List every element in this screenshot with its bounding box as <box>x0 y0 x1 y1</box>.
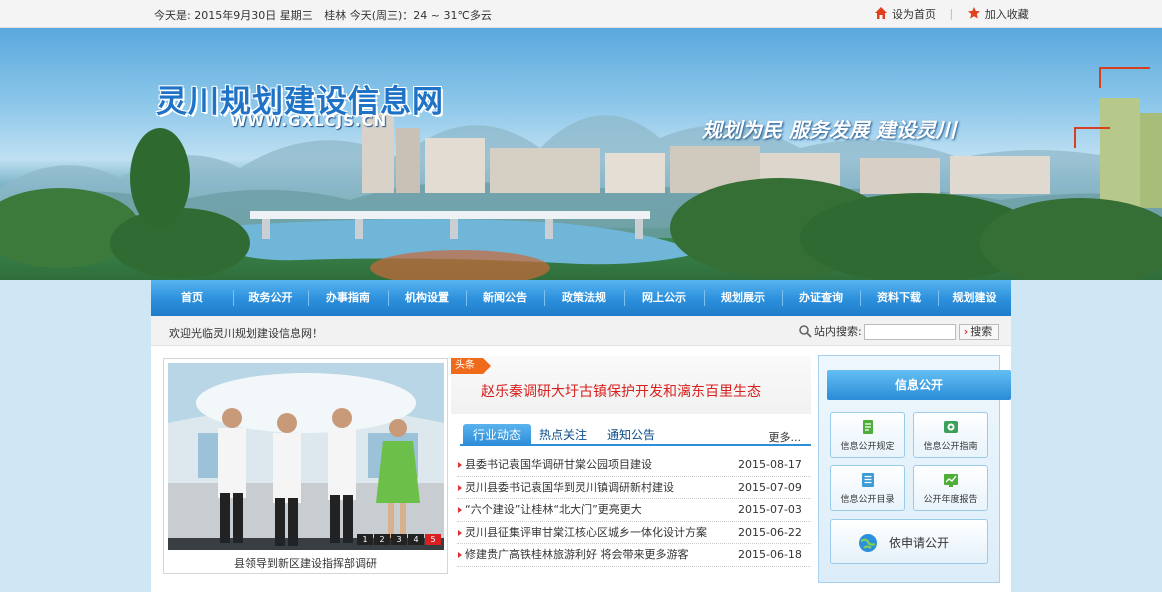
landscape-illustration <box>0 67 1162 280</box>
nav-item-government-affairs[interactable]: 政务公开 <box>233 280 308 316</box>
nav-item-downloads[interactable]: 资料下载 <box>860 280 938 316</box>
news-item: 县委书记袁国华调研甘棠公园项目建设 2015-08-17 <box>457 454 811 477</box>
news-date: 2015-07-03 <box>738 503 802 516</box>
news-item: 修建贵广高铁桂林旅游利好 将会带来更多游客 2015-06-18 <box>457 544 811 567</box>
news-title-link[interactable]: 修建贵广高铁桂林旅游利好 将会带来更多游客 <box>465 544 689 566</box>
star-icon <box>967 7 980 19</box>
info-disclosure-panel: 信息公开 信息公开规定 信息公开指南 信息公开目录 公开年度报告 依申请公开 <box>818 355 1011 583</box>
bullet-icon <box>458 552 462 558</box>
current-date: 今天是: 2015年9月30日 星期三 <box>154 9 313 22</box>
site-url: WWW.GXLCJS.CN <box>230 112 388 130</box>
arrow-right-icon: › <box>963 325 969 338</box>
bullet-icon <box>458 484 462 491</box>
welcome-bar: 欢迎光临灵川规划建设信息网！ 站内搜索: › 搜索 <box>151 316 1011 346</box>
tab-industry-news[interactable]: 行业动态 <box>463 424 532 446</box>
header-banner: 灵川规划建设信息网 WWW.GXLCJS.CN 规划为民 服务发展 建设灵川 <box>0 28 1162 280</box>
headline-area: 头条 赵乐秦调研大圩古镇保护开发和漓东百里生态 <box>451 356 811 414</box>
slide-page-3[interactable]: 3 <box>391 534 407 545</box>
slideshow-caption[interactable]: 县领导到新区建设指挥部调研 <box>164 555 447 571</box>
search-button-label: 搜索 <box>970 325 993 338</box>
home-icon <box>875 7 887 19</box>
slideshow-image[interactable] <box>168 363 444 550</box>
nav-item-public-notice[interactable]: 网上公示 <box>624 280 704 316</box>
slideshow-pager: 12345 <box>356 534 441 545</box>
nav-item-organization[interactable]: 机构设置 <box>388 280 466 316</box>
list-icon <box>861 473 874 487</box>
add-favorite-link[interactable]: 加入收藏 <box>967 6 1029 22</box>
search-input[interactable] <box>863 324 956 340</box>
tab-notices[interactable]: 通知公告 <box>607 424 655 446</box>
info-rules-label: 信息公开规定 <box>840 442 895 452</box>
apply-disclosure-button[interactable]: 依申请公开 <box>830 519 988 564</box>
headline-tag: 头条 <box>451 358 491 374</box>
headline-link[interactable]: 赵乐秦调研大圩古镇保护开发和漓东百里生态 <box>481 381 761 401</box>
search-label: 站内搜索: <box>814 325 862 338</box>
main-nav: 首页 政务公开 办事指南 机构设置 新闻公告 政策法规 网上公示 规划展示 办证查询 资料下载 规划… <box>151 280 1011 316</box>
bullet-icon <box>458 529 462 536</box>
news-title-link[interactable]: 县委书记袁国华调研甘棠公园项目建设 <box>465 454 652 476</box>
news-date: 2015-06-22 <box>738 525 802 539</box>
info-guide-label: 信息公开指南 <box>923 442 978 452</box>
news-list: 县委书记袁国华调研甘棠公园项目建设 2015-08-17 灵川县委书记袁国华到灵川镇… <box>457 454 811 567</box>
nav-item-planning-construction[interactable]: 规划建设 <box>938 280 1011 316</box>
date-weather: 今天是: 2015年9月30日 星期三 桂林 今天(周三)：24 ~ 31℃多云 <box>154 7 500 23</box>
search-button[interactable]: › 搜索 <box>958 324 1000 340</box>
divider: | <box>949 7 954 20</box>
news-item: “六个建设”让桂林“北大门”更亮更大 2015-07-03 <box>457 499 811 522</box>
tab-hot-topics[interactable]: 热点关注 <box>539 424 587 446</box>
top-links: 设为首页 | 加入收藏 <box>874 6 1029 22</box>
news-date: 2015-06-18 <box>738 548 802 561</box>
news-date: 2015-07-09 <box>738 480 802 494</box>
news-date: 2015-08-17 <box>738 458 802 471</box>
more-link[interactable]: 更多... <box>769 429 802 445</box>
top-bar: 今天是: 2015年9月30日 星期三 桂林 今天(周三)：24 ~ 31℃多云… <box>0 0 1162 28</box>
nav-item-news[interactable]: 新闻公告 <box>466 280 544 316</box>
apply-disclosure-label: 依申请公开 <box>889 536 950 550</box>
photo-slideshow: 12345 县领导到新区建设指挥部调研 <box>163 358 448 574</box>
info-catalog-button[interactable]: 信息公开目录 <box>830 465 905 511</box>
info-annual-report-button[interactable]: 公开年度报告 <box>913 465 988 511</box>
globe-icon <box>859 534 877 552</box>
welcome-message: 欢迎光临灵川规划建设信息网！ <box>169 327 323 340</box>
guide-icon <box>943 421 958 433</box>
nav-list: 首页 政务公开 办事指南 机构设置 新闻公告 政策法规 网上公示 规划展示 办证查询 资料下载 规划… <box>151 280 1011 316</box>
news-title-link[interactable]: 灵川县征集评审甘棠江核心区城乡一体化设计方案 <box>465 522 707 544</box>
info-rules-button[interactable]: 信息公开规定 <box>830 412 905 458</box>
news-item: 灵川县委书记袁国华到灵川镇调研新村建设 2015-07-09 <box>457 477 811 499</box>
document-icon <box>862 420 873 434</box>
news-title-link[interactable]: “六个建设”让桂林“北大门”更亮更大 <box>465 499 642 521</box>
news-tabs: 行业动态 热点关注 通知公告 更多... <box>460 424 811 446</box>
set-home-link[interactable]: 设为首页 <box>874 6 936 22</box>
nav-item-certificate-query[interactable]: 办证查询 <box>782 280 860 316</box>
slide-page-4[interactable]: 4 <box>408 534 424 545</box>
nav-item-home[interactable]: 首页 <box>151 280 233 316</box>
nav-item-policies[interactable]: 政策法规 <box>544 280 624 316</box>
bullet-icon <box>458 462 462 468</box>
news-item: 灵川县征集评审甘棠江核心区城乡一体化设计方案 2015-06-22 <box>457 522 811 544</box>
info-guide-button[interactable]: 信息公开指南 <box>913 412 988 458</box>
weather-info: 桂林 今天(周三)：24 ~ 31℃多云 <box>324 9 492 22</box>
nav-item-service-guide[interactable]: 办事指南 <box>308 280 388 316</box>
news-title-link[interactable]: 灵川县委书记袁国华到灵川镇调研新村建设 <box>465 477 674 499</box>
add-favorite-label: 加入收藏 <box>984 8 1029 21</box>
site-search: 站内搜索: › 搜索 <box>798 323 1000 340</box>
info-catalog-label: 信息公开目录 <box>840 495 895 505</box>
report-icon <box>943 474 958 487</box>
slogan: 规划为民 服务发展 建设灵川 <box>702 118 956 142</box>
slide-page-1[interactable]: 1 <box>357 534 373 545</box>
search-icon <box>799 325 812 338</box>
slide-page-5[interactable]: 5 <box>425 534 441 545</box>
slide-page-2[interactable]: 2 <box>374 534 390 545</box>
info-annual-report-label: 公开年度报告 <box>923 495 978 505</box>
info-panel-title: 信息公开 <box>827 370 1011 400</box>
set-home-label: 设为首页 <box>892 8 936 21</box>
bullet-icon <box>458 507 462 513</box>
nav-item-planning-display[interactable]: 规划展示 <box>704 280 782 316</box>
